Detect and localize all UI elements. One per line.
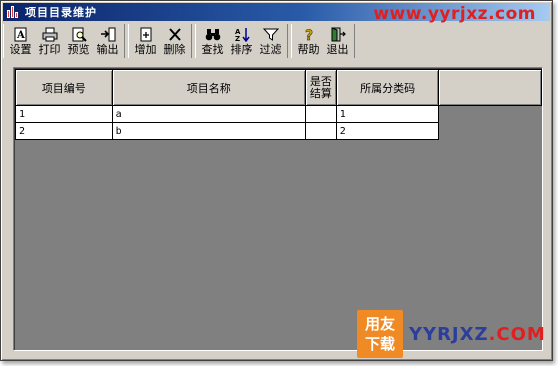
- toolbar-group-edit: 增加 删除: [128, 24, 192, 58]
- window-title: 项目目录维护: [25, 6, 97, 19]
- app-icon: [7, 6, 19, 18]
- cell-category-code[interactable]: 2: [335, 122, 440, 140]
- cell-category-code[interactable]: 1: [335, 105, 440, 123]
- export-icon: [100, 27, 116, 42]
- preview-button[interactable]: 预览: [64, 25, 93, 58]
- export-button[interactable]: 输出: [93, 25, 122, 58]
- column-header-category-code[interactable]: 所属分类码: [335, 69, 440, 106]
- filter-button[interactable]: 过滤: [256, 25, 285, 58]
- table-row[interactable]: 2 b 2: [15, 122, 542, 140]
- add-button[interactable]: 增加: [131, 25, 160, 58]
- binoculars-icon: [205, 27, 221, 42]
- toolbar-group-misc: ? 帮助 退出: [291, 24, 355, 58]
- svg-text:A: A: [16, 30, 25, 41]
- cell-settled[interactable]: [304, 122, 337, 140]
- cell-project-code[interactable]: 1: [15, 105, 113, 123]
- cell-project-name[interactable]: a: [111, 105, 306, 123]
- cell-project-name[interactable]: b: [111, 122, 306, 140]
- sort-icon: AZ: [234, 27, 250, 42]
- delete-button[interactable]: 删除: [160, 25, 189, 58]
- preview-icon: [71, 27, 87, 42]
- add-icon: [138, 27, 154, 42]
- exit-button[interactable]: 退出: [323, 25, 352, 58]
- toolbar-group-output: A 设置 打印 预览 输出: [3, 24, 125, 58]
- find-button[interactable]: 查找: [198, 25, 227, 58]
- toolbar: A 设置 打印 预览 输出 增加 删除 查找 A Z 排序 过滤 ? 帮助 退出: [3, 23, 550, 59]
- exit-icon: [330, 26, 346, 42]
- column-header-settled[interactable]: 是否结算: [304, 69, 337, 106]
- cell-project-code[interactable]: 2: [15, 122, 113, 140]
- table-header-row: 项目编号 项目名称 是否结算 所属分类码: [15, 69, 542, 106]
- printer-icon: [42, 27, 58, 42]
- sort-button[interactable]: AZ 排序: [227, 25, 256, 58]
- cell-settled[interactable]: [304, 105, 337, 123]
- svg-text:Z: Z: [235, 35, 240, 42]
- watermark-logo: 用友 下载 YYRJXZ.COM: [357, 308, 553, 360]
- svg-text:?: ?: [305, 28, 313, 42]
- watermark-url: www.yyrjxz.com: [373, 4, 536, 24]
- table-row[interactable]: 1 a 1: [15, 105, 542, 123]
- filter-icon: [262, 27, 279, 42]
- project-catalog-window: 项目目录维护 www.yyrjxz.com A 设置 打印 预览 输出 增加 删…: [0, 0, 553, 361]
- project-table: 项目编号 项目名称 是否结算 所属分类码 1 a 1 2 b 2: [15, 69, 542, 140]
- watermark-badge: 用友 下载: [357, 310, 403, 358]
- help-button[interactable]: ? 帮助: [294, 25, 323, 58]
- column-header-project-name[interactable]: 项目名称: [111, 69, 306, 106]
- setup-icon: A: [13, 27, 29, 42]
- toolbar-group-search: 查找 AZ 排序 过滤: [195, 24, 288, 58]
- setup-button[interactable]: A 设置: [6, 25, 35, 58]
- column-header-filler: [438, 69, 542, 106]
- watermark-site-text: YYRJXZ.COM: [409, 323, 546, 345]
- delete-icon: [167, 27, 183, 42]
- help-icon: ?: [301, 27, 317, 42]
- print-button[interactable]: 打印: [35, 25, 64, 58]
- column-header-project-code[interactable]: 项目编号: [15, 69, 113, 106]
